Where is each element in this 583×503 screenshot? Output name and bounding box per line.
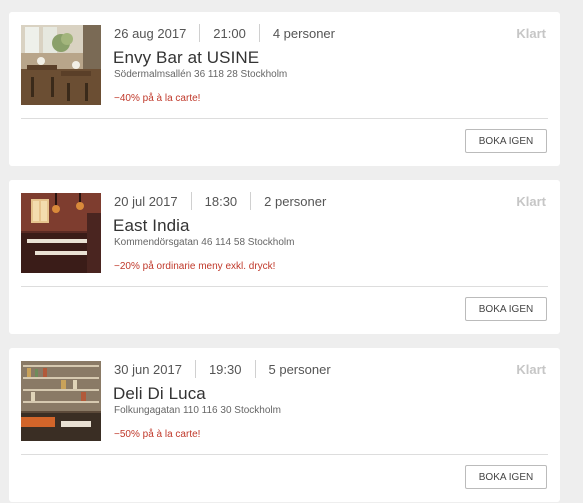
offer-text: −40% på à la carte! — [114, 93, 201, 104]
restaurant-address: Kommendörsgatan 46 114 58 Stockholm — [114, 237, 295, 248]
booking-date: 20 jul 2017 — [114, 193, 178, 209]
booking-meta: 26 aug 2017 21:00 4 personer — [114, 24, 335, 42]
restaurant-name[interactable]: East India — [113, 216, 190, 236]
booking-card: 20 jul 2017 18:30 2 personer Klart East … — [9, 180, 560, 334]
restaurant-name[interactable]: Deli Di Luca — [113, 384, 206, 404]
booking-date: 26 aug 2017 — [114, 25, 187, 41]
booking-card: 30 jun 2017 19:30 5 personer Klart Deli … — [9, 348, 560, 502]
rebook-button[interactable]: BOKA IGEN — [465, 297, 547, 321]
meta-divider — [194, 360, 196, 378]
booking-date: 30 jun 2017 — [114, 361, 182, 377]
booking-meta: 30 jun 2017 19:30 5 personer — [114, 360, 331, 378]
offer-text: −20% på ordinarie meny exkl. dryck! — [114, 261, 276, 272]
restaurant-photo-icon — [21, 25, 101, 105]
booking-guests: 5 personer — [268, 361, 331, 377]
meta-divider — [199, 24, 201, 42]
booking-history-list: 26 aug 2017 21:00 4 personer Klart Envy … — [0, 0, 583, 503]
rebook-button[interactable]: BOKA IGEN — [465, 465, 547, 489]
restaurant-name[interactable]: Envy Bar at USINE — [113, 48, 259, 68]
restaurant-photo-icon — [21, 193, 101, 273]
meta-divider — [258, 24, 260, 42]
offer-text: −50% på à la carte! — [114, 429, 201, 440]
booking-guests: 4 personer — [272, 25, 335, 41]
meta-divider — [250, 192, 252, 210]
booking-time: 18:30 — [204, 193, 238, 209]
card-divider — [21, 454, 548, 455]
restaurant-photo-icon — [21, 361, 101, 441]
card-divider — [21, 286, 548, 287]
status-badge: Klart — [516, 362, 546, 377]
meta-divider — [254, 360, 256, 378]
booking-guests: 2 personer — [264, 193, 327, 209]
booking-meta: 20 jul 2017 18:30 2 personer — [114, 192, 327, 210]
status-badge: Klart — [516, 194, 546, 209]
restaurant-address: Folkungagatan 110 116 30 Stockholm — [114, 405, 281, 416]
booking-time: 21:00 — [213, 25, 246, 41]
booking-card: 26 aug 2017 21:00 4 personer Klart Envy … — [9, 12, 560, 166]
card-divider — [21, 118, 548, 119]
meta-divider — [190, 192, 192, 210]
booking-time: 19:30 — [208, 361, 242, 377]
rebook-button[interactable]: BOKA IGEN — [465, 129, 547, 153]
status-badge: Klart — [516, 26, 546, 41]
restaurant-address: Södermalmsallén 36 118 28 Stockholm — [114, 69, 288, 80]
